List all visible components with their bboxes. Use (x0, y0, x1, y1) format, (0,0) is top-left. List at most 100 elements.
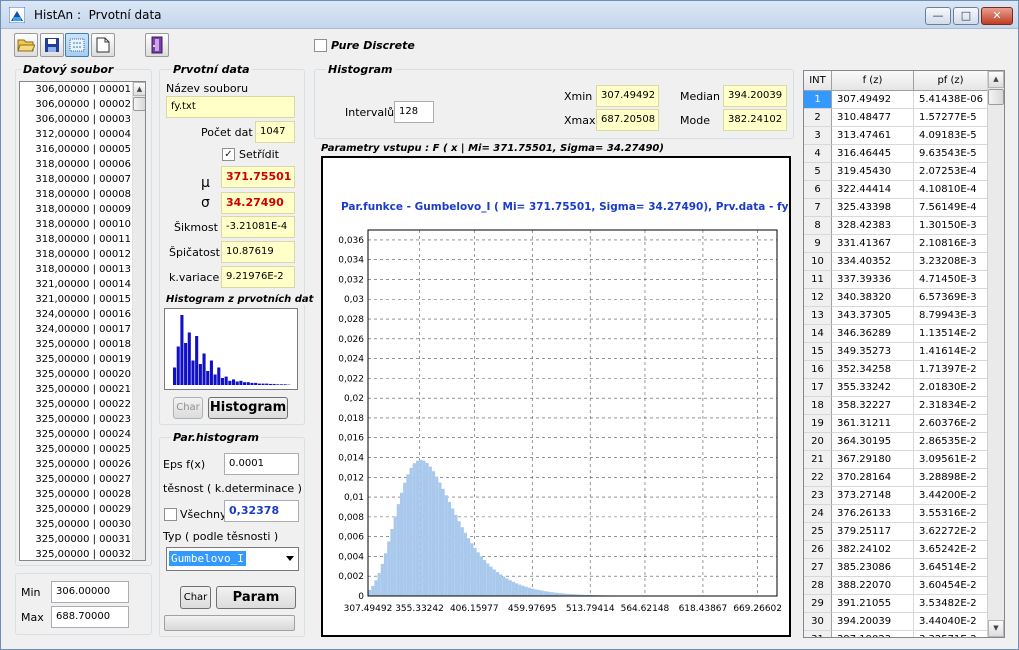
table-cell-fz[interactable]: 322.44414 (832, 181, 914, 199)
table-cell-fz[interactable]: 391.21055 (832, 595, 914, 613)
save-button[interactable] (40, 33, 64, 57)
table-row[interactable]: 14 346.36289 1.13514E-2 (804, 325, 988, 343)
char-button-disabled[interactable]: Char (173, 397, 203, 419)
exit-button[interactable] (145, 33, 169, 57)
table-cell-int[interactable]: 8 (804, 217, 832, 235)
table-cell-fz[interactable]: 388.22070 (832, 577, 914, 595)
table-row[interactable]: 10 334.40352 3.23208E-3 (804, 253, 988, 271)
mode-field[interactable]: 382.24102 (723, 109, 787, 131)
min-field[interactable]: 306.00000 (51, 581, 129, 603)
table-cell-int[interactable]: 20 (804, 433, 832, 451)
table-cell-int[interactable]: 17 (804, 379, 832, 397)
list-item[interactable]: 316,00000 | 00005 (20, 142, 145, 157)
table-cell-fz[interactable]: 358.32227 (832, 397, 914, 415)
table-cell-int[interactable]: 29 (804, 595, 832, 613)
list-item[interactable]: 325,00000 | 00022 (20, 397, 145, 412)
table-cell-int[interactable]: 2 (804, 109, 832, 127)
median-field[interactable]: 394.20039 (723, 85, 787, 107)
table-cell-pfz[interactable]: 4.10810E-4 (914, 181, 988, 199)
table-cell-pfz[interactable]: 3.09561E-2 (914, 451, 988, 469)
table-row[interactable]: 28 388.22070 3.60454E-2 (804, 577, 988, 595)
open-folder-button[interactable] (14, 33, 38, 57)
sigma-field[interactable]: 34.27490 (221, 192, 295, 214)
table-row[interactable]: 4 316.46445 9.63543E-5 (804, 145, 988, 163)
grid-view-button[interactable] (65, 33, 89, 57)
table-cell-int[interactable]: 14 (804, 325, 832, 343)
list-item[interactable]: 325,00000 | 00024 (20, 427, 145, 442)
table-cell-pfz[interactable]: 5.41438E-06 (914, 91, 988, 109)
table-cell-pfz[interactable]: 3.28898E-2 (914, 469, 988, 487)
table-cell-pfz[interactable]: 3.44040E-2 (914, 613, 988, 631)
list-item[interactable]: 325,00000 | 00023 (20, 412, 145, 427)
table-row[interactable]: 15 349.35273 1.41614E-2 (804, 343, 988, 361)
table-cell-fz[interactable]: 331.41367 (832, 235, 914, 253)
table-cell-int[interactable]: 10 (804, 253, 832, 271)
table-row[interactable]: 5 319.45430 2.07253E-4 (804, 163, 988, 181)
table-cell-pfz[interactable]: 2.60376E-2 (914, 415, 988, 433)
table-cell-fz[interactable]: 313.47461 (832, 127, 914, 145)
table-row[interactable]: 7 325.43398 7.56149E-4 (804, 199, 988, 217)
typ-select[interactable]: Gumbelovo_I (166, 547, 299, 571)
table-cell-fz[interactable]: 349.35273 (832, 343, 914, 361)
table-scroll-up-arrow[interactable]: ▲ (988, 71, 1004, 88)
mu-field[interactable]: 371.75501 (221, 166, 295, 188)
list-item[interactable]: 318,00000 | 00013 (20, 262, 145, 277)
table-scroll-down-arrow[interactable]: ▼ (988, 620, 1004, 637)
table-row[interactable]: 25 379.25117 3.62272E-2 (804, 523, 988, 541)
table-row[interactable]: 17 355.33242 2.01830E-2 (804, 379, 988, 397)
table-row[interactable]: 16 352.34258 1.71397E-2 (804, 361, 988, 379)
table-cell-fz[interactable]: 352.34258 (832, 361, 914, 379)
vsechny-box[interactable] (164, 508, 177, 521)
list-item[interactable]: 321,00000 | 00014 (20, 277, 145, 292)
table-cell-int[interactable]: 21 (804, 451, 832, 469)
table-cell-pfz[interactable]: 7.56149E-4 (914, 199, 988, 217)
table-cell-pfz[interactable]: 3.23208E-3 (914, 253, 988, 271)
setridit-box[interactable]: ✓ (222, 148, 235, 161)
table-cell-int[interactable]: 22 (804, 469, 832, 487)
table-cell-fz[interactable]: 325.43398 (832, 199, 914, 217)
list-item[interactable]: 325,00000 | 00021 (20, 382, 145, 397)
list-item[interactable]: 318,00000 | 00010 (20, 217, 145, 232)
table-cell-pfz[interactable]: 3.60454E-2 (914, 577, 988, 595)
list-item[interactable]: 325,00000 | 00031 (20, 532, 145, 547)
table-row[interactable]: 29 391.21055 3.53482E-2 (804, 595, 988, 613)
table-row[interactable]: 19 361.31211 2.60376E-2 (804, 415, 988, 433)
table-cell-pfz[interactable]: 3.44200E-2 (914, 487, 988, 505)
close-button[interactable]: ✕ (981, 7, 1013, 25)
table-row[interactable]: 26 382.24102 3.65242E-2 (804, 541, 988, 559)
header-pfz[interactable]: pf (z) (914, 71, 988, 91)
table-cell-pfz[interactable]: 4.71450E-3 (914, 271, 988, 289)
table-row[interactable]: 6 322.44414 4.10810E-4 (804, 181, 988, 199)
table-cell-int[interactable]: 13 (804, 307, 832, 325)
list-item[interactable]: 318,00000 | 00012 (20, 247, 145, 262)
table-cell-pfz[interactable]: 3.64514E-2 (914, 559, 988, 577)
table-cell-pfz[interactable]: 3.62272E-2 (914, 523, 988, 541)
table-cell-pfz[interactable]: 3.32571E-2 (914, 631, 988, 637)
setridit-checkbox[interactable]: ✓ Setřídit (222, 148, 279, 161)
list-item[interactable]: 318,00000 | 00008 (20, 187, 145, 202)
table-cell-int[interactable]: 23 (804, 487, 832, 505)
list-item[interactable]: 312,00000 | 00004 (20, 127, 145, 142)
table-cell-pfz[interactable]: 1.13514E-2 (914, 325, 988, 343)
table-cell-int[interactable]: 19 (804, 415, 832, 433)
intervalu-field[interactable]: 128 (394, 101, 434, 123)
table-cell-int[interactable]: 6 (804, 181, 832, 199)
table-cell-int[interactable]: 24 (804, 505, 832, 523)
table-row[interactable]: 18 358.32227 2.31834E-2 (804, 397, 988, 415)
table-row[interactable]: 12 340.38320 6.57369E-3 (804, 289, 988, 307)
scroll-thumb[interactable] (133, 97, 145, 111)
table-cell-int[interactable]: 15 (804, 343, 832, 361)
table-row[interactable]: 9 331.41367 2.10816E-3 (804, 235, 988, 253)
spicatost-field[interactable]: 10.87619 (221, 241, 295, 263)
table-cell-int[interactable]: 7 (804, 199, 832, 217)
list-item[interactable]: 325,00000 | 00019 (20, 352, 145, 367)
table-cell-int[interactable]: 30 (804, 613, 832, 631)
pure-discrete-box[interactable] (314, 39, 327, 52)
chevron-down-icon[interactable] (286, 556, 294, 561)
table-row[interactable]: 23 373.27148 3.44200E-2 (804, 487, 988, 505)
table-row[interactable]: 13 343.37305 8.79943E-3 (804, 307, 988, 325)
list-item[interactable]: 306,00000 | 00002 (20, 97, 145, 112)
table-row[interactable]: 11 337.39336 4.71450E-3 (804, 271, 988, 289)
list-item[interactable]: 325,00000 | 00027 (20, 472, 145, 487)
table-cell-int[interactable]: 28 (804, 577, 832, 595)
